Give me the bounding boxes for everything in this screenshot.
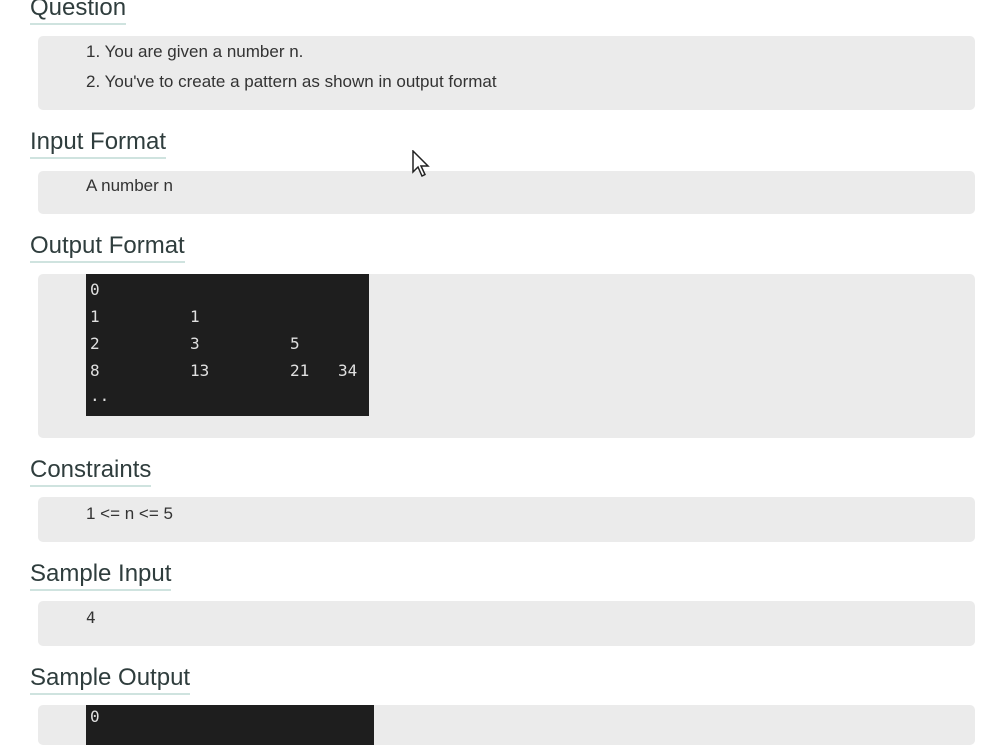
question-line-1: 1. You are given a number n. [86, 42, 304, 61]
input-format-box: A number n [38, 171, 975, 214]
term-cell: 21 [290, 361, 310, 380]
input-format-text: A number n [86, 176, 173, 195]
sample-input-box: 4 [38, 601, 975, 646]
mouse-cursor-icon [412, 150, 430, 178]
sample-output-box: 0 [38, 705, 975, 745]
term-cell: 5 [290, 334, 300, 353]
constraints-heading: Constraints [30, 456, 152, 487]
term-cell: 13 [190, 361, 210, 380]
sample-output-heading: Sample Output [30, 664, 191, 695]
term-cell: 2 [90, 334, 100, 353]
sample-input-heading: Sample Input [30, 560, 172, 591]
term-cell: 1 [90, 307, 100, 326]
output-format-heading: Output Format [30, 232, 185, 263]
constraints-text: 1 <= n <= 5 [86, 504, 173, 523]
question-line-2: 2. You've to create a pattern as shown i… [86, 72, 497, 91]
term-cell: 34 [338, 361, 358, 380]
term-cell: 8 [90, 361, 100, 380]
question-heading: Question [30, 0, 127, 25]
term-cell: 3 [190, 334, 200, 353]
sample-output-terminal-image: 0 [86, 705, 374, 745]
term-cell: 1 [190, 307, 200, 326]
term-cell: .. [90, 386, 110, 405]
constraints-box: 1 <= n <= 5 [38, 497, 975, 542]
question-box: 1. You are given a number n. 2. You've t… [38, 36, 975, 110]
term-cell: 0 [90, 280, 100, 299]
input-format-heading: Input Format [30, 128, 167, 159]
output-format-box: 0 1 1 2 3 5 8 13 21 34 .. [38, 274, 975, 438]
term-cell: 0 [90, 707, 100, 726]
output-format-terminal-image: 0 1 1 2 3 5 8 13 21 34 .. [86, 274, 369, 416]
sample-input-text: 4 [86, 608, 96, 627]
